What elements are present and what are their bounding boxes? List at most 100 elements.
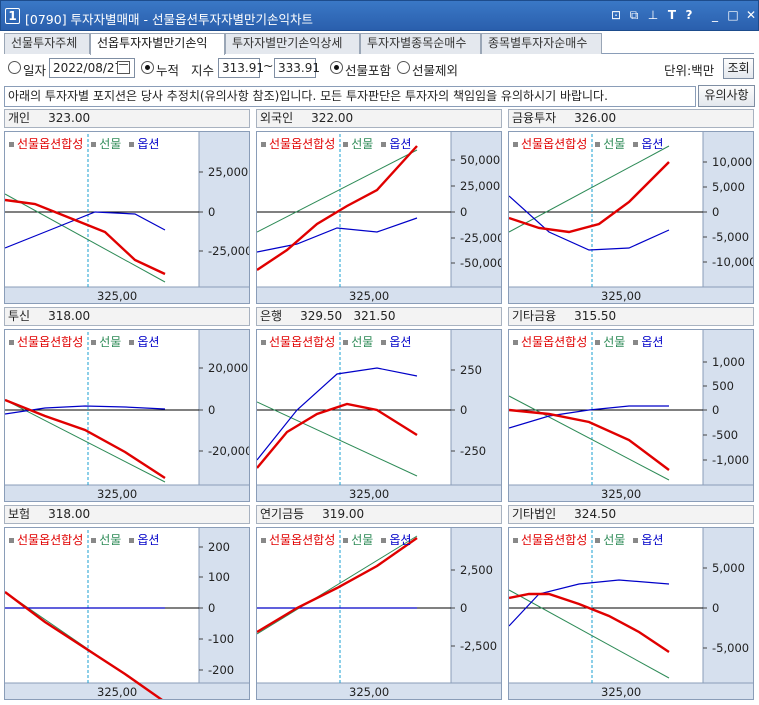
- restore-icon[interactable]: ⊡: [609, 8, 623, 22]
- legend-marker-icon: [343, 339, 349, 345]
- legend-futures: 선물: [603, 533, 626, 547]
- futures-line: [257, 149, 418, 233]
- futures-include-label: 선물포함: [345, 63, 392, 78]
- legend-marker-icon: [129, 537, 135, 543]
- legend-marker-icon: [261, 537, 266, 543]
- legend-combined: 선물옵션합성: [17, 137, 84, 151]
- options-line: [509, 405, 669, 429]
- copy-icon[interactable]: ⧉: [627, 8, 641, 22]
- legend-marker-icon: [129, 339, 135, 345]
- chart-svg: 10,000 5,000 0 -5,000 -10,000 325,00: [509, 132, 753, 303]
- disclaimer-text: 아래의 투자자별 포지션은 당사 추정치(유의사항 참조)입니다. 모든 투자판…: [4, 86, 696, 107]
- x-tick-label: 325,00: [349, 289, 389, 303]
- investor-name: 은행: [260, 309, 283, 323]
- legend-combined: 선물옵션합성: [269, 137, 336, 151]
- futures-include-radio[interactable]: [330, 61, 343, 74]
- title-bar: 1 [0790] 투자자별매매 - 선물옵션투자자별만기손익차트 ⊡ ⧉ ⊥ T…: [0, 0, 759, 31]
- legend-marker-icon: [381, 537, 387, 543]
- investor-name: 투신: [8, 309, 31, 323]
- futures-line: [509, 589, 670, 679]
- options-line: [257, 217, 418, 253]
- y-tick-label: -5,000: [712, 230, 749, 244]
- y-tick-label: -500: [712, 428, 738, 442]
- futures-exclude-radio[interactable]: [397, 61, 410, 74]
- tab-investor-expiry-pnl[interactable]: 선옵투자자별만기손익: [90, 33, 225, 55]
- breakeven-index: 323.00: [48, 111, 91, 125]
- tab-investor-expiry-detail[interactable]: 투자자별만기손익상세: [225, 33, 360, 54]
- y-tick-label: -50,000: [460, 256, 502, 270]
- panel-header: 금융투자 326.00: [508, 109, 754, 128]
- chart-svg: 5,000 0 -5,000 325,00: [509, 528, 753, 699]
- investor-panel: 기타금융 315.50 1,000 500 0 -500 -1,000 325,00 선물옵션합…: [508, 307, 754, 502]
- pin-icon[interactable]: ⊥: [646, 8, 660, 22]
- y-tick-label: 100: [208, 570, 230, 584]
- investor-panel: 외국인 322.00 50,000 25,000 0 -25,000 -50,000 325,…: [256, 109, 502, 304]
- window-number: 1: [5, 8, 20, 24]
- legend-marker-icon: [9, 141, 14, 147]
- chart-svg: 50,000 25,000 0 -25,000 -50,000 325,00: [257, 132, 502, 303]
- legend-marker-icon: [343, 537, 349, 543]
- window-title: [0790] 투자자별매매 - 선물옵션투자자별만기손익차트: [25, 12, 313, 27]
- tab-investor-item-net-buy[interactable]: 투자자별종목순매수: [360, 33, 481, 54]
- legend-marker-icon: [381, 141, 387, 147]
- index-to-field[interactable]: 333.91: [274, 58, 320, 78]
- legend-marker-icon: [91, 537, 97, 543]
- options-line: [257, 367, 418, 461]
- y-tick-label: 0: [460, 601, 467, 615]
- investor-panel: 연기금등 319.00 2,500 0 -2,500 325,00 선물옵션합성 선물 옵션: [256, 505, 502, 700]
- query-button[interactable]: 조회: [723, 58, 754, 79]
- tab-item-investor-net-buy[interactable]: 종목별투자자순매수: [481, 33, 602, 54]
- minimize-icon[interactable]: _: [708, 8, 722, 22]
- pnl-chart: 2,500 0 -2,500 325,00 선물옵션합성 선물 옵션: [256, 527, 502, 700]
- notice-button[interactable]: 유의사항: [698, 85, 755, 107]
- y-tick-label: 0: [208, 205, 215, 219]
- unit-label: 단위:백만: [664, 63, 715, 78]
- x-tick-label: 325,00: [349, 487, 389, 501]
- pnl-chart: 25,000 0 -25,000 325,00 선물옵션합성 선물 옵션: [4, 131, 250, 304]
- index-from-field[interactable]: 313.91: [218, 58, 264, 78]
- y-tick-label: 0: [460, 403, 467, 417]
- chart-svg: 200 100 0 -100 -200 325,00: [5, 528, 249, 699]
- legend-marker-icon: [261, 141, 266, 147]
- legend-futures: 선물: [351, 335, 374, 349]
- panel-header: 기타법인 324.50: [508, 505, 754, 524]
- investor-name: 외국인: [260, 111, 294, 125]
- panel-header: 외국인 322.00: [256, 109, 502, 128]
- legend-marker-icon: [595, 537, 601, 543]
- chart-legend: 선물옵션합성 선물 옵션: [9, 531, 167, 548]
- cumulative-radio[interactable]: [141, 61, 154, 74]
- date-radio[interactable]: [8, 61, 21, 74]
- y-axis-area: [451, 528, 501, 683]
- help-icon[interactable]: ?: [682, 8, 696, 22]
- chart-legend: 선물옵션합성 선물 옵션: [513, 531, 671, 548]
- chart-legend: 선물옵션합성 선물 옵션: [261, 135, 419, 152]
- legend-marker-icon: [513, 339, 518, 345]
- legend-options: 옵션: [137, 533, 160, 547]
- investor-name: 금융투자: [512, 111, 557, 125]
- legend-combined: 선물옵션합성: [269, 533, 336, 547]
- y-tick-label: -250: [460, 444, 486, 458]
- panel-header: 투신 318.00: [4, 307, 250, 326]
- maximize-icon[interactable]: □: [726, 8, 740, 22]
- y-tick-label: 25,000: [208, 165, 248, 179]
- font-icon[interactable]: T: [665, 8, 679, 22]
- chart-svg: 250 0 -250 325,00: [257, 330, 501, 501]
- futures-line: [509, 145, 670, 233]
- close-icon[interactable]: ✕: [744, 8, 758, 22]
- y-axis-area: [199, 132, 249, 287]
- y-tick-label: 10,000: [712, 155, 752, 169]
- chart-legend: 선물옵션합성 선물 옵션: [513, 333, 671, 350]
- calendar-icon[interactable]: [117, 61, 130, 74]
- legend-options: 옵션: [389, 533, 412, 547]
- legend-futures: 선물: [603, 137, 626, 151]
- chart-svg: 20,000 0 -20,000 325,00: [5, 330, 249, 501]
- y-tick-label: 5,000: [712, 180, 745, 194]
- legend-marker-icon: [261, 339, 266, 345]
- tab-futures-investor[interactable]: 선물투자주체: [4, 33, 90, 54]
- pnl-chart: 10,000 5,000 0 -5,000 -10,000 325,00 선물옵션합성 선물 옵…: [508, 131, 754, 304]
- legend-combined: 선물옵션합성: [17, 533, 84, 547]
- combined-line: [509, 408, 670, 471]
- investor-name: 연기금등: [260, 507, 305, 521]
- legend-futures: 선물: [99, 335, 122, 349]
- legend-marker-icon: [381, 339, 387, 345]
